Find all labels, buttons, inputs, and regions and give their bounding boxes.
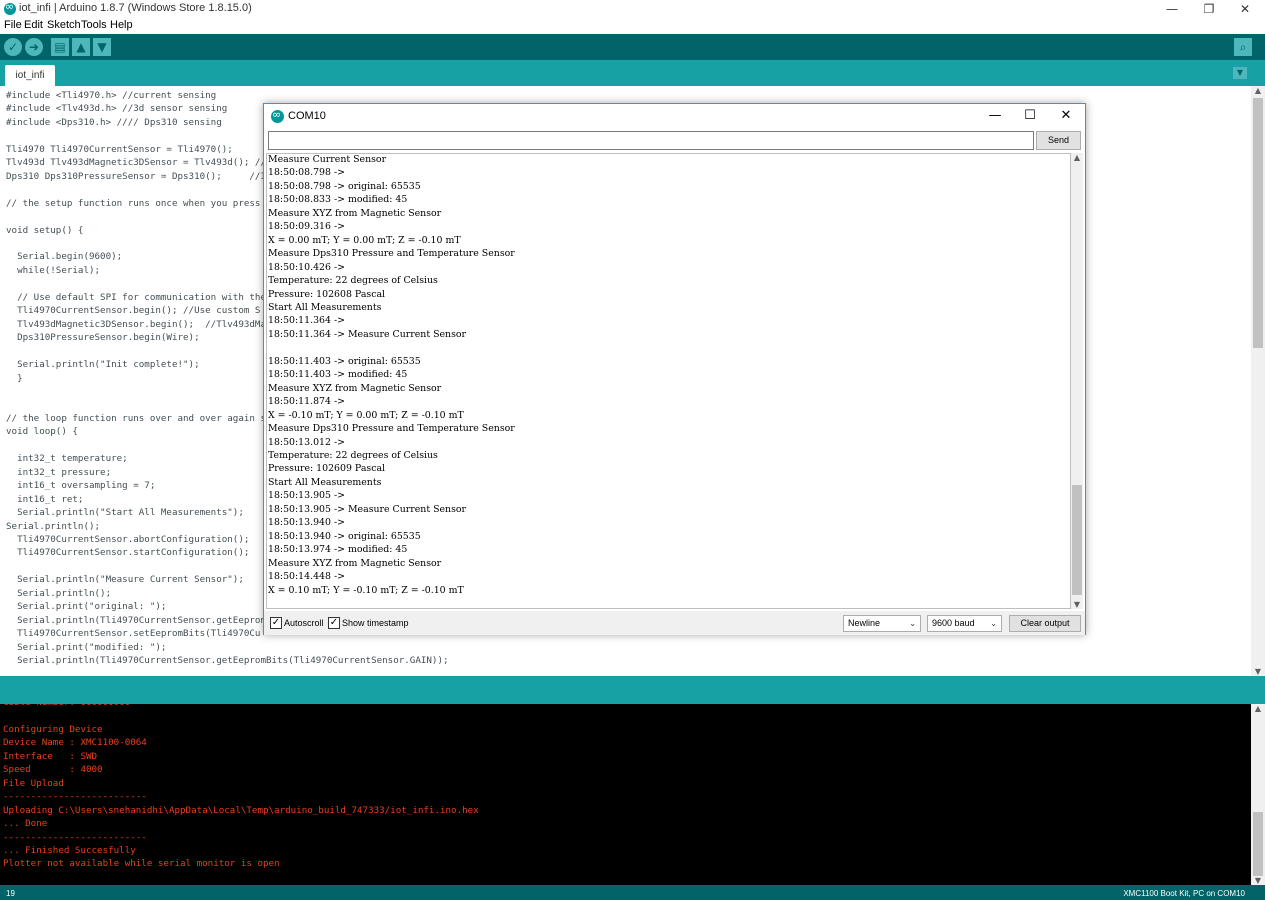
serial-scroll-thumb[interactable] [1072, 485, 1082, 595]
console-output: Cable Number: 000000000 Configuring Devi… [0, 704, 1251, 885]
line-ending-select[interactable]: Newline ⌄ [843, 615, 921, 632]
arduino-logo-icon [4, 0, 16, 15]
chevron-down-icon: ⌄ [909, 619, 916, 628]
line-number: 19 [6, 889, 15, 898]
menu-tools[interactable]: Tools [81, 19, 107, 31]
clear-output-button[interactable]: Clear output [1009, 615, 1081, 632]
arrow-down-icon: ▼ [97, 40, 107, 54]
upload-button[interactable]: ➜ [25, 38, 43, 56]
scroll-up-icon[interactable]: ▲ [1071, 153, 1083, 162]
new-sketch-button[interactable]: ▤ [51, 38, 69, 56]
check-icon: ✓ [7, 40, 19, 54]
baud-rate-value: 9600 baud [932, 618, 975, 628]
menu-sketch[interactable]: Sketch [47, 19, 81, 31]
serial-monitor-button[interactable]: ⌕ [1234, 38, 1252, 56]
menu-file[interactable]: File [4, 19, 22, 31]
minimize-button[interactable]: — [1152, 0, 1192, 18]
tab-bar: iot_infi ▼ [0, 60, 1265, 86]
menu-bar: File Edit Sketch Tools Help [0, 18, 1265, 34]
serial-maximize-button[interactable]: ☐ [1012, 107, 1048, 125]
toolbar: ✓ ➜ ▤ ▲ ▼ ⌕ [0, 34, 1265, 60]
verify-button[interactable]: ✓ [4, 38, 22, 56]
footer-bar: 19 XMC1100 Boot Kit, PC on COM10 [0, 885, 1265, 900]
menu-edit[interactable]: Edit [24, 19, 43, 31]
serial-options-bar: ✓ Autoscroll ✓ Show timestamp Newline ⌄ … [264, 611, 1085, 635]
scroll-down-icon[interactable]: ▼ [1251, 667, 1265, 676]
arrow-right-icon: ➜ [28, 40, 40, 54]
arduino-logo-icon [271, 108, 284, 123]
serial-scrollbar[interactable]: ▲ ▼ [1071, 153, 1083, 609]
show-timestamp-label: Show timestamp [342, 618, 409, 628]
arrow-up-icon: ▲ [76, 40, 86, 54]
window-titlebar: iot_infi | Arduino 1.8.7 (Windows Store … [0, 0, 1265, 18]
serial-port-title: COM10 [288, 110, 326, 122]
open-sketch-button[interactable]: ▲ [72, 38, 90, 56]
autoscroll-label: Autoscroll [284, 618, 324, 628]
console-scrollbar[interactable]: ▲ ▼ [1251, 704, 1265, 885]
tab-iot-infi[interactable]: iot_infi [5, 65, 55, 86]
scroll-down-icon[interactable]: ▼ [1251, 876, 1265, 885]
restore-button[interactable]: ❐ [1189, 0, 1229, 18]
close-button[interactable]: ✕ [1225, 0, 1265, 18]
baud-rate-select[interactable]: 9600 baud ⌄ [927, 615, 1002, 632]
chevron-down-icon: ▼ [1236, 68, 1244, 77]
menu-help[interactable]: Help [110, 19, 133, 31]
send-button[interactable]: Send [1036, 131, 1081, 150]
serial-send-input[interactable] [268, 131, 1034, 150]
scroll-down-icon[interactable]: ▼ [1071, 600, 1083, 609]
editor-scrollbar[interactable]: ▲ ▼ [1251, 86, 1265, 676]
serial-close-button[interactable]: ✕ [1048, 107, 1084, 125]
board-info: XMC1100 Boot Kit, PC on COM10 [1123, 889, 1245, 898]
serial-monitor-window: COM10 — ☐ ✕ Send Measure Current Sensor … [263, 103, 1086, 635]
console-text: Cable Number: 000000000 Configuring Devi… [3, 704, 479, 870]
line-ending-value: Newline [848, 618, 881, 628]
save-sketch-button[interactable]: ▼ [93, 38, 111, 56]
scroll-up-icon[interactable]: ▲ [1251, 86, 1265, 95]
magnifier-icon: ⌕ [1239, 40, 1247, 54]
editor-scroll-thumb[interactable] [1253, 98, 1263, 348]
chevron-down-icon: ⌄ [990, 619, 997, 628]
status-bar [0, 676, 1265, 704]
window-title: iot_infi | Arduino 1.8.7 (Windows Store … [19, 2, 252, 14]
scroll-up-icon[interactable]: ▲ [1251, 704, 1265, 713]
serial-minimize-button[interactable]: — [977, 107, 1013, 125]
new-file-icon: ▤ [54, 40, 66, 54]
serial-monitor-titlebar: COM10 — ☐ ✕ [264, 104, 1085, 128]
console-scroll-thumb[interactable] [1253, 812, 1263, 876]
serial-output: Measure Current Sensor 18:50:08.798 -> 1… [266, 153, 1071, 609]
show-timestamp-checkbox[interactable]: ✓ [328, 617, 340, 629]
serial-output-text: Measure Current Sensor 18:50:08.798 -> 1… [268, 154, 515, 596]
autoscroll-checkbox[interactable]: ✓ [270, 617, 282, 629]
tab-menu-button[interactable]: ▼ [1233, 67, 1247, 79]
